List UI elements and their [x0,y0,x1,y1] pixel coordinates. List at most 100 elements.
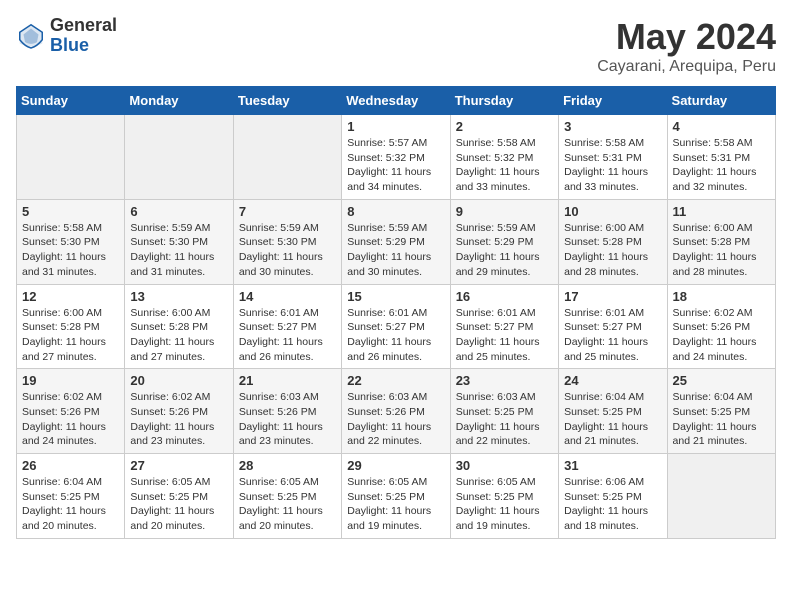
calendar-week-row: 19Sunrise: 6:02 AM Sunset: 5:26 PM Dayli… [17,369,776,454]
calendar-day-cell: 23 Sunrise: 6:03 AM Sunset: 5:25 PM Dayli… [450,369,558,454]
calendar-day-cell [667,454,775,539]
day-number: 9 [456,204,553,219]
day-of-week-header: Wednesday [342,87,450,115]
day-info: Sunrise: 6:06 AM Sunset: 5:25 PM Dayligh… [564,475,661,534]
day-number: 1 [347,119,444,134]
calendar-day-cell: 8 Sunrise: 5:59 AM Sunset: 5:29 PM Daylig… [342,199,450,284]
day-info: Sunrise: 6:00 AM Sunset: 5:28 PM Dayligh… [22,306,119,365]
day-info: Sunrise: 5:58 AM Sunset: 5:31 PM Dayligh… [564,136,661,195]
day-number: 25 [673,373,770,388]
day-info: Sunrise: 6:04 AM Sunset: 5:25 PM Dayligh… [22,475,119,534]
day-number: 29 [347,458,444,473]
day-number: 27 [130,458,227,473]
calendar-day-cell: 16 Sunrise: 6:01 AM Sunset: 5:27 PM Dayli… [450,284,558,369]
calendar-day-cell [125,115,233,200]
days-of-week-row: SundayMondayTuesdayWednesdayThursdayFrid… [17,87,776,115]
month-year-title: May 2024 [597,16,776,58]
page-header: General Blue May 2024 Cayarani, Arequipa… [16,16,776,76]
calendar-day-cell [233,115,341,200]
calendar-day-cell: 18 Sunrise: 6:02 AM Sunset: 5:26 PM Dayli… [667,284,775,369]
calendar-day-cell [17,115,125,200]
day-number: 12 [22,289,119,304]
day-of-week-header: Thursday [450,87,558,115]
calendar-day-cell: 25Sunrise: 6:04 AM Sunset: 5:25 PM Dayli… [667,369,775,454]
day-info: Sunrise: 5:58 AM Sunset: 5:30 PM Dayligh… [22,221,119,280]
day-info: Sunrise: 5:59 AM Sunset: 5:30 PM Dayligh… [239,221,336,280]
day-number: 31 [564,458,661,473]
day-info: Sunrise: 5:58 AM Sunset: 5:31 PM Dayligh… [673,136,770,195]
day-info: Sunrise: 6:02 AM Sunset: 5:26 PM Dayligh… [673,306,770,365]
calendar-week-row: 12 Sunrise: 6:00 AM Sunset: 5:28 PM Dayli… [17,284,776,369]
day-number: 26 [22,458,119,473]
day-info: Sunrise: 6:01 AM Sunset: 5:27 PM Dayligh… [456,306,553,365]
calendar-week-row: 1 Sunrise: 5:57 AM Sunset: 5:32 PM Daylig… [17,115,776,200]
calendar-day-cell: 28Sunrise: 6:05 AM Sunset: 5:25 PM Dayli… [233,454,341,539]
day-number: 24 [564,373,661,388]
day-info: Sunrise: 5:57 AM Sunset: 5:32 PM Dayligh… [347,136,444,195]
calendar-day-cell: 5 Sunrise: 5:58 AM Sunset: 5:30 PM Daylig… [17,199,125,284]
day-info: Sunrise: 6:05 AM Sunset: 5:25 PM Dayligh… [456,475,553,534]
day-of-week-header: Monday [125,87,233,115]
day-info: Sunrise: 6:02 AM Sunset: 5:26 PM Dayligh… [22,390,119,449]
day-number: 22 [347,373,444,388]
day-number: 10 [564,204,661,219]
calendar-body: 1 Sunrise: 5:57 AM Sunset: 5:32 PM Daylig… [17,115,776,539]
location-text: Cayarani, Arequipa, Peru [597,58,776,76]
day-number: 30 [456,458,553,473]
logo-text: General Blue [50,16,117,56]
day-info: Sunrise: 6:01 AM Sunset: 5:27 PM Dayligh… [347,306,444,365]
calendar-day-cell: 19Sunrise: 6:02 AM Sunset: 5:26 PM Dayli… [17,369,125,454]
day-info: Sunrise: 6:01 AM Sunset: 5:27 PM Dayligh… [564,306,661,365]
calendar-day-cell: 11Sunrise: 6:00 AM Sunset: 5:28 PM Dayli… [667,199,775,284]
calendar-day-cell: 21 Sunrise: 6:03 AM Sunset: 5:26 PM Dayli… [233,369,341,454]
day-info: Sunrise: 6:03 AM Sunset: 5:25 PM Dayligh… [456,390,553,449]
day-number: 4 [673,119,770,134]
calendar-day-cell: 24 Sunrise: 6:04 AM Sunset: 5:25 PM Dayli… [559,369,667,454]
calendar-day-cell: 31 Sunrise: 6:06 AM Sunset: 5:25 PM Dayli… [559,454,667,539]
day-number: 8 [347,204,444,219]
day-of-week-header: Tuesday [233,87,341,115]
day-info: Sunrise: 6:05 AM Sunset: 5:25 PM Dayligh… [239,475,336,534]
day-number: 21 [239,373,336,388]
day-number: 13 [130,289,227,304]
day-info: Sunrise: 6:05 AM Sunset: 5:25 PM Dayligh… [347,475,444,534]
day-of-week-header: Saturday [667,87,775,115]
calendar-day-cell: 4 Sunrise: 5:58 AM Sunset: 5:31 PM Daylig… [667,115,775,200]
calendar-table: SundayMondayTuesdayWednesdayThursdayFrid… [16,86,776,539]
day-number: 16 [456,289,553,304]
day-info: Sunrise: 5:59 AM Sunset: 5:29 PM Dayligh… [347,221,444,280]
day-number: 11 [673,204,770,219]
calendar-day-cell: 17 Sunrise: 6:01 AM Sunset: 5:27 PM Dayli… [559,284,667,369]
calendar-day-cell: 9 Sunrise: 5:59 AM Sunset: 5:29 PM Daylig… [450,199,558,284]
logo-general-text: General [50,16,117,36]
day-info: Sunrise: 6:00 AM Sunset: 5:28 PM Dayligh… [130,306,227,365]
logo-icon [16,21,46,51]
calendar-day-cell: 27 Sunrise: 6:05 AM Sunset: 5:25 PM Dayli… [125,454,233,539]
title-block: May 2024 Cayarani, Arequipa, Peru [597,16,776,76]
calendar-day-cell: 29 Sunrise: 6:05 AM Sunset: 5:25 PM Dayli… [342,454,450,539]
day-info: Sunrise: 5:59 AM Sunset: 5:29 PM Dayligh… [456,221,553,280]
logo: General Blue [16,16,117,56]
calendar-header: SundayMondayTuesdayWednesdayThursdayFrid… [17,87,776,115]
calendar-day-cell: 20 Sunrise: 6:02 AM Sunset: 5:26 PM Dayli… [125,369,233,454]
day-number: 15 [347,289,444,304]
day-info: Sunrise: 6:00 AM Sunset: 5:28 PM Dayligh… [564,221,661,280]
day-info: Sunrise: 5:58 AM Sunset: 5:32 PM Dayligh… [456,136,553,195]
logo-blue-text: Blue [50,36,117,56]
calendar-day-cell: 22Sunrise: 6:03 AM Sunset: 5:26 PM Dayli… [342,369,450,454]
day-info: Sunrise: 6:02 AM Sunset: 5:26 PM Dayligh… [130,390,227,449]
day-number: 18 [673,289,770,304]
day-info: Sunrise: 6:04 AM Sunset: 5:25 PM Dayligh… [564,390,661,449]
day-info: Sunrise: 6:05 AM Sunset: 5:25 PM Dayligh… [130,475,227,534]
day-number: 23 [456,373,553,388]
day-info: Sunrise: 6:03 AM Sunset: 5:26 PM Dayligh… [239,390,336,449]
day-number: 7 [239,204,336,219]
calendar-day-cell: 12 Sunrise: 6:00 AM Sunset: 5:28 PM Dayli… [17,284,125,369]
calendar-day-cell: 6Sunrise: 5:59 AM Sunset: 5:30 PM Daylig… [125,199,233,284]
calendar-day-cell: 10 Sunrise: 6:00 AM Sunset: 5:28 PM Dayli… [559,199,667,284]
day-number: 5 [22,204,119,219]
day-number: 17 [564,289,661,304]
calendar-day-cell: 14Sunrise: 6:01 AM Sunset: 5:27 PM Dayli… [233,284,341,369]
day-number: 20 [130,373,227,388]
calendar-day-cell: 30 Sunrise: 6:05 AM Sunset: 5:25 PM Dayli… [450,454,558,539]
